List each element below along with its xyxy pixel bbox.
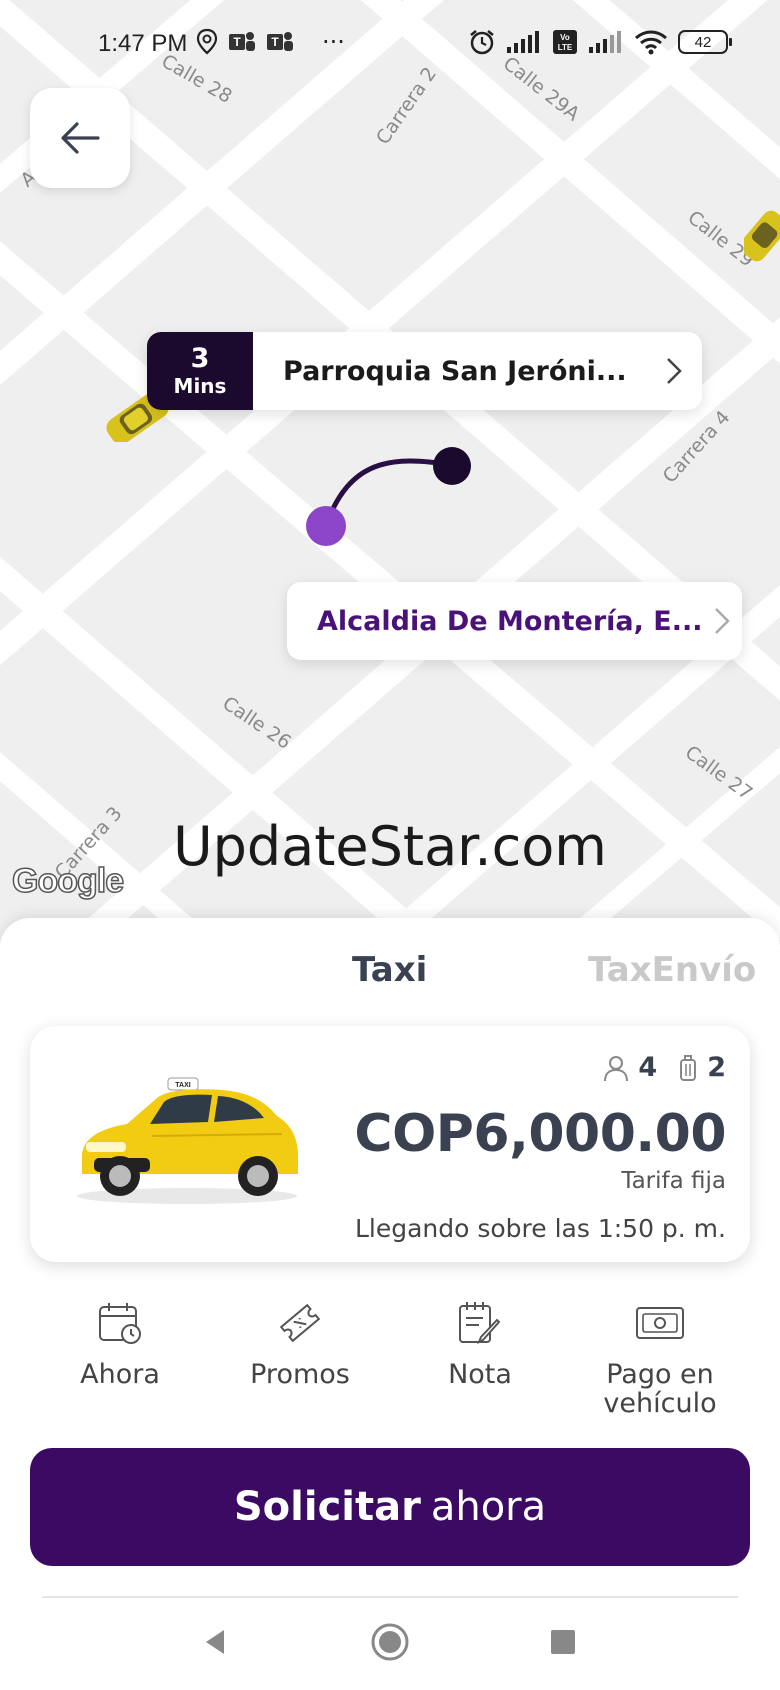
service-tabs: Taxi TaxEnvío (0, 950, 780, 1000)
signal-icon (507, 31, 539, 53)
volte-icon: Vo LTE (553, 30, 577, 54)
ride-price: COP6,000.00 (354, 1104, 726, 1164)
request-button-bold: Solicitar (233, 1484, 421, 1530)
taxi-car-icon (744, 210, 780, 262)
option-payment[interactable]: Pago en vehículo (570, 1300, 750, 1430)
taxi-car-image: TAXI (77, 1077, 298, 1204)
request-ride-button[interactable]: Solicitar ahora (30, 1448, 750, 1566)
luggage-count: 2 (707, 1052, 726, 1083)
destination-marker (306, 506, 346, 546)
back-button[interactable] (30, 88, 130, 188)
ticket-icon (279, 1303, 321, 1343)
eta-unit: Mins (173, 374, 227, 398)
option-schedule[interactable]: Ahora (30, 1300, 210, 1430)
wifi-icon (635, 30, 667, 55)
option-label: Ahora (80, 1359, 160, 1390)
origin-name: Parroquia San Jeróni... (283, 355, 627, 387)
location-icon (196, 28, 218, 55)
nav-home-icon[interactable] (370, 1622, 410, 1662)
taxi-sign-text: TAXI (175, 1082, 190, 1089)
passenger-count: 4 (638, 1052, 658, 1083)
google-logo: Google (11, 861, 125, 901)
cash-icon (636, 1307, 684, 1339)
signal-icon (589, 31, 621, 53)
person-icon (604, 1055, 629, 1081)
destination-location-pill[interactable]: Alcaldia De Montería, E... (287, 582, 742, 660)
eta-badge: 3 Mins (147, 332, 253, 410)
luggage-icon (680, 1054, 697, 1081)
origin-marker (433, 447, 471, 485)
arrow-left-icon (61, 122, 100, 154)
option-note[interactable]: Nota (390, 1300, 570, 1430)
svg-text:T: T (271, 35, 279, 49)
fare-type: Tarifa fija (621, 1168, 726, 1194)
tab-taxi[interactable]: Taxi (352, 950, 427, 990)
note-pencil-icon (459, 1302, 501, 1345)
teams-icon: T (229, 32, 255, 51)
nav-back-icon[interactable] (200, 1622, 230, 1662)
request-button-regular: ahora (430, 1484, 547, 1530)
option-label: Pago en vehículo (603, 1359, 717, 1419)
more-notifications-icon: ··· (322, 28, 345, 56)
calendar-clock-icon (99, 1303, 141, 1344)
status-time: 1:47 PM (98, 30, 188, 57)
divider (42, 1596, 738, 1598)
alarm-icon (470, 30, 494, 55)
svg-text:T: T (233, 35, 241, 49)
chevron-right-icon (667, 358, 682, 384)
ride-option-card[interactable]: TAXI 4 2 COP6,000.00 Tarifa fija Llegand… (30, 1026, 750, 1262)
system-nav-bar (0, 1600, 780, 1690)
tab-taxenvio[interactable]: TaxEnvío (588, 950, 756, 990)
battery-level: 42 (694, 33, 712, 51)
arrival-time: Llegando sobre las 1:50 p. m. (354, 1214, 726, 1243)
teams-icon: T (267, 32, 293, 51)
option-label: Nota (448, 1359, 512, 1390)
battery-icon: 42 (678, 30, 732, 54)
ride-options-row: Ahora Promos Nota Pago en vehículo (30, 1300, 750, 1430)
option-promos[interactable]: Promos (210, 1300, 390, 1430)
nav-recents-icon[interactable] (548, 1622, 578, 1662)
eta-value: 3 (190, 343, 210, 374)
svg-text:Vo: Vo (560, 33, 570, 42)
status-bar: 1:47 PM T T ··· Vo LTE 42 (0, 0, 780, 90)
map-view[interactable]: Calle 28 Carrera 2 Calle 29A Calle 29 Ca… (0, 0, 780, 940)
origin-location-pill[interactable]: 3 Mins Parroquia San Jeróni... (147, 332, 702, 410)
svg-text:LTE: LTE (558, 43, 573, 52)
option-label: Promos (250, 1359, 350, 1390)
capacity-info: 4 2 (602, 1052, 726, 1083)
destination-name: Alcaldia De Montería, E... (317, 605, 703, 637)
chevron-right-icon (715, 608, 731, 634)
